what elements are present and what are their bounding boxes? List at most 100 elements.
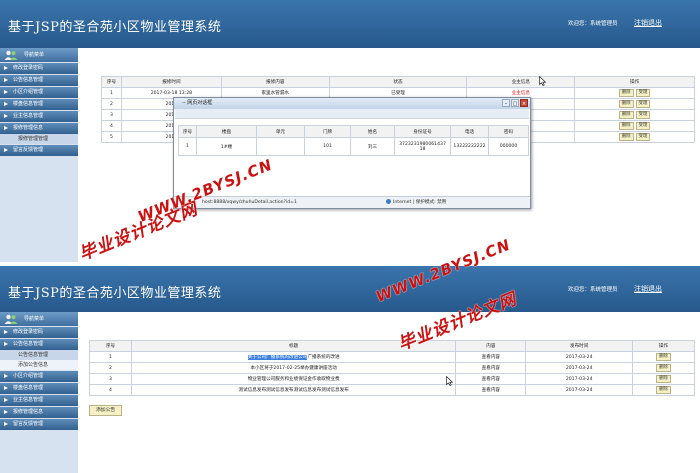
delete-button[interactable]: 删除 [656,353,671,361]
users-icon [4,314,18,324]
column-header: 业主信息 [466,76,576,88]
delete-button[interactable]: 删除 [618,100,634,108]
sidebar-item-change-password[interactable]: 修改登录密码 [0,327,78,338]
sidebar-item-label: 楼盘信息管理 [13,101,44,107]
sidebar-item-community-intro[interactable]: 小区介绍管理 [0,371,78,382]
sidebar-item-buildings[interactable]: 楼盘信息管理 [0,99,78,110]
sidebar-item-repairs[interactable]: 报修管理信息 [0,123,78,134]
sidebar-item-notices[interactable]: 公告信息管理 [0,339,78,350]
cell-actions: 删除 受理 [574,120,695,132]
cell-name: 刘三 [350,137,395,156]
dialog-titlebar: -- 网页对话框 – □ × [174,98,530,109]
id-number-line: 3723231980061437 [399,141,446,147]
delete-button[interactable]: 删除 [618,89,634,97]
sidebar-item-label: 业主信息管理 [13,397,44,403]
sidebar-item-label: 公告信息管理 [13,341,44,347]
mouse-cursor-icon [539,76,546,86]
title-text: 测试信息发布测试信息发布测试信息发布测试信息发布 [238,388,349,393]
security-zone: Internet | 保护模式: 禁用 [386,197,446,208]
sidebar-item-repairs[interactable]: 报修管理信息 [0,407,78,418]
id-number-line: 18 [419,146,426,152]
title-text: 物业管理公司服务和业绩保证金作收取物业费 [247,377,340,382]
sidebar-subitem-notice-manage[interactable]: 公告信息管理 [0,350,78,360]
cell-unit [256,137,305,156]
sidebar-item-change-password[interactable]: 修改登录密码 [0,63,78,74]
globe-icon [386,199,391,204]
cell-no: 1 [89,351,132,363]
accept-button[interactable]: 受理 [635,89,651,97]
table-row: 1 关于公司广播系统的改进公司广播系统的改进 查看内容 2017-03-24 删… [89,351,695,363]
view-content-link[interactable]: 查看内容 [455,362,527,374]
column-header: 状态 [328,76,468,88]
table-row: 2 本小区将于2017-02-25举办健康讲座活动 查看内容 2017-03-2… [89,362,695,374]
column-header: 单元 [256,125,305,138]
sidebar-item-community-intro[interactable]: 小区介绍管理 [0,87,78,98]
delete-button[interactable]: 删除 [656,364,671,372]
cell-no: 2 [89,362,132,374]
sidebar-item-label: 报修管理信息 [13,125,44,131]
minimize-icon[interactable]: – [502,99,510,107]
view-content-link[interactable]: 查看内容 [455,384,527,396]
add-notice-button-wrap: 添加公告 [89,405,123,416]
sidebar-item-owners[interactable]: 业主信息管理 [0,395,78,406]
column-header: 序号 [178,125,197,138]
expand-arrow-icon [4,78,8,82]
cell-no: 3 [89,373,132,385]
view-content-link[interactable]: 查看内容 [455,351,527,363]
table-row: 1 1#楼 101 刘三 3723231980061437 18 13222222… [178,137,529,156]
accept-button[interactable]: 受理 [635,133,651,141]
cell-title: 物业管理公司服务和业绩保证金作收取物业费 [130,373,457,385]
cell-phone: 13222222222 [450,137,489,156]
screenshot-repair-management: 基于JSP的圣合苑小区物业管理系统 欢迎您：系统管理员 注销退出 导航菜单 修改… [0,0,700,262]
sidebar-item-owners[interactable]: 业主信息管理 [0,111,78,122]
column-header: 序号 [101,76,122,88]
expand-arrow-icon [4,422,8,426]
column-header: 电话 [450,125,489,138]
cell-title: 关于公司广播系统的改进公司广播系统的改进 [130,351,457,363]
cell-title: 测试信息发布测试信息发布测试信息发布测试信息发布 [130,384,457,396]
mouse-cursor-icon [446,376,453,386]
sidebar-item-feedback[interactable]: 留言反馈管理 [0,145,78,156]
close-icon[interactable]: × [520,99,528,107]
cell-actions: 删除 受理 [574,131,695,143]
expand-arrow-icon [4,330,8,334]
cell-actions: 删除 受理 [574,109,695,121]
app-title: 基于JSP的圣合苑小区物业管理系统 [8,286,222,301]
sidebar-subitem-repair-manage[interactable]: 报修管理管理 [0,134,78,144]
logout-link[interactable]: 注销退出 [634,18,662,28]
owner-detail-table: 序号 楼盘 单元 门牌 姓名 身份证号 电话 密码 1 1#楼 101 刘三 3… [178,125,529,156]
sidebar-item-buildings[interactable]: 楼盘信息管理 [0,383,78,394]
sidebar-item-label: 留言反馈管理 [13,147,44,153]
table-header-row: 序号 标题 内容 发布时间 操作 [89,340,695,352]
table-row: 4 测试信息发布测试信息发布测试信息发布测试信息发布 查看内容 2017-03-… [89,384,695,396]
dialog-body: 序号 楼盘 单元 门牌 姓名 身份证号 电话 密码 1 1#楼 101 刘三 3… [175,109,529,196]
accept-button[interactable]: 受理 [635,122,651,130]
sidebar-item-label: 修改登录密码 [13,65,44,71]
sidebar-item-notices[interactable]: 公告信息管理 [0,75,78,86]
delete-button[interactable]: 删除 [656,386,671,394]
cell-password: 000000 [488,137,529,156]
delete-button[interactable]: 删除 [618,122,634,130]
title-text: 本小区将于2017-02-25举办健康讲座活动 [250,366,337,371]
view-content-link[interactable]: 查看内容 [455,373,527,385]
maximize-icon[interactable]: □ [511,99,519,107]
column-header: 操作 [574,76,695,88]
cell-date: 2017-03-24 [525,373,634,385]
sidebar-header-label: 导航菜单 [24,316,45,322]
delete-button[interactable]: 删除 [656,375,671,383]
table-row: 3 物业管理公司服务和业绩保证金作收取物业费 查看内容 2017-03-24 删… [89,373,695,385]
cell-no: 2 [101,98,122,110]
sidebar-item-feedback[interactable]: 留言反馈管理 [0,419,78,430]
owner-detail-dialog: -- 网页对话框 –□× 序号 楼盘 单元 门牌 姓名 身份证号 电话 密码 [173,97,531,209]
delete-button[interactable]: 删除 [618,111,634,119]
sidebar-subitem-add-notice[interactable]: 添加公告信息 [0,360,78,370]
accept-button[interactable]: 受理 [635,111,651,119]
sidebar: 导航菜单 修改登录密码 公告信息管理 公告信息管理 添加公告信息 小区介绍管理 … [0,312,78,473]
add-notice-button[interactable]: 添加公告 [89,405,123,416]
cell-actions: 删除 [632,351,695,363]
expand-arrow-icon [4,410,8,414]
accept-button[interactable]: 受理 [635,100,651,108]
welcome-text: 欢迎您：系统管理员 [568,21,618,27]
logout-link[interactable]: 注销退出 [634,284,662,294]
delete-button[interactable]: 删除 [618,133,634,141]
